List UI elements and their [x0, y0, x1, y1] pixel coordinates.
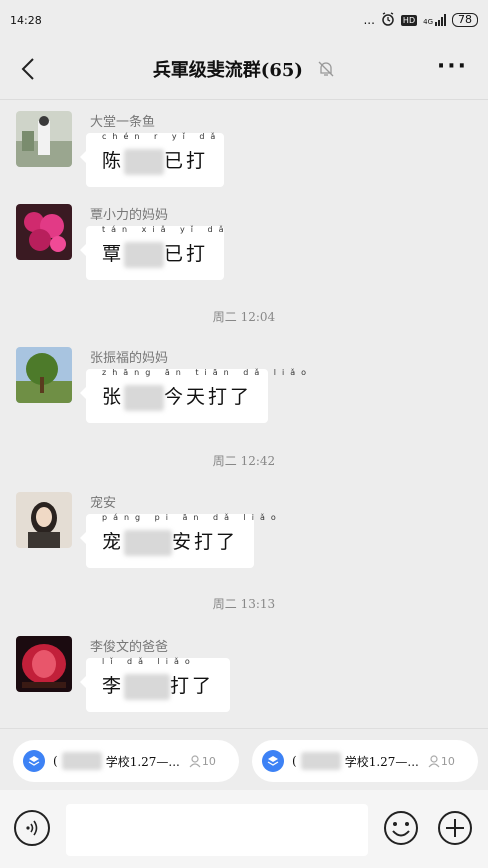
message-text-prefix: 陈 [102, 149, 125, 172]
message-text: tán xiǎ yǐ dǎ 覃已打 [102, 225, 224, 268]
message-text-suffix: 今天打了 [164, 385, 253, 408]
member-count: 10 [427, 754, 455, 768]
sender-name: 宠安 [90, 496, 117, 511]
member-count: 10 [188, 754, 216, 768]
person-icon [428, 755, 440, 768]
timestamp-separator: 周二 12:04 [212, 310, 276, 324]
person-icon [189, 755, 201, 768]
pinyin-annotation: zhāng ān tiān dǎ liǎo [102, 367, 313, 377]
avatar[interactable] [16, 111, 72, 167]
mini-program-card[interactable]: ( 学校1.27—... 10 [252, 740, 478, 782]
redacted-text [124, 148, 165, 175]
avatar[interactable] [16, 347, 72, 403]
chat-title: 兵軍级斐流群(65) [152, 60, 303, 81]
signal-icon: 4G [423, 14, 446, 26]
mini-program-icon [262, 750, 284, 772]
redacted-text [124, 384, 165, 411]
sender-name: 大堂一条鱼 [90, 115, 156, 130]
status-icons: ... HD 4G 78 [363, 11, 478, 29]
message-text-suffix: 安打了 [172, 530, 239, 553]
sender-name: 覃小力的妈妈 [90, 208, 169, 223]
chat-header: 兵軍级斐流群(65) ··· [0, 40, 488, 100]
alarm-icon [381, 11, 395, 29]
member-count-value: 10 [201, 754, 216, 768]
message-text: páng pi ān dǎ liǎo 宠安打了 [102, 513, 276, 556]
message-text-prefix: 李 [102, 674, 125, 697]
redacted-text [124, 529, 173, 556]
redacted-text [124, 241, 165, 268]
mute-icon [317, 60, 335, 83]
message-text-prefix: 覃 [102, 242, 125, 265]
message-text: lǐ dǎ liǎo 李 打了 [102, 657, 215, 700]
redacted-text [300, 752, 341, 770]
redacted-text [124, 673, 171, 700]
sender-name: 张振福的妈妈 [90, 351, 169, 366]
message-bubble[interactable]: tán xiǎ yǐ dǎ 覃已打 [79, 225, 225, 280]
message-text: zhāng ān tiān dǎ liǎo 张今天打了 [102, 368, 306, 411]
message-bubble[interactable]: páng pi ān dǎ liǎo 宠安打了 [79, 513, 276, 568]
voice-input-button[interactable] [14, 810, 50, 846]
mini-program-bar: ( 学校1.27—... 10 ( 学校1.27—... 10 [0, 728, 488, 790]
pinyin-annotation: lǐ dǎ liǎo [102, 656, 196, 666]
message-text-suffix: 已打 [164, 242, 209, 265]
avatar[interactable] [16, 204, 72, 260]
mini-program-title-prefix: ( [53, 754, 58, 768]
more-options-button[interactable]: ··· [437, 54, 468, 79]
status-bar: 14:28 ... HD 4G 78 [0, 0, 488, 40]
status-time: 14:28 [10, 13, 42, 27]
message-bubble[interactable]: chén r yǐ dǎ 陈 已打 [79, 132, 225, 187]
pinyin-annotation: tán xiǎ yǐ dǎ [102, 224, 230, 234]
input-bar [0, 790, 488, 868]
mini-program-card[interactable]: ( 学校1.27—... 10 [13, 740, 239, 782]
plus-icon [438, 811, 472, 845]
message-text-prefix: 宠 [102, 530, 125, 553]
pinyin-annotation: páng pi ān dǎ liǎo [102, 512, 282, 522]
message-text: chén r yǐ dǎ 陈已打 [102, 132, 215, 175]
message-bubble[interactable]: zhāng ān tiān dǎ liǎo 张今天打了 [79, 368, 306, 423]
more-actions-button[interactable] [437, 810, 473, 846]
timestamp-separator: 周二 12:42 [212, 454, 276, 468]
mini-program-title-prefix: ( [292, 754, 297, 768]
mini-program-title: 学校1.27—... [105, 754, 180, 769]
avatar[interactable] [16, 492, 72, 548]
message-text-prefix: 张 [102, 385, 125, 408]
pinyin-annotation: chén r yǐ dǎ [102, 131, 222, 141]
mini-program-title: 学校1.27—... [344, 754, 419, 769]
emoji-icon [384, 811, 418, 845]
avatar[interactable] [16, 636, 72, 692]
voice-icon [26, 820, 38, 836]
sender-name: 李俊文的爸爸 [90, 640, 169, 655]
message-input[interactable] [66, 804, 368, 856]
chat-title-wrap: 兵軍级斐流群(65) [0, 56, 488, 83]
hd-icon: HD [400, 14, 418, 26]
timestamp-separator: 周二 13:13 [212, 597, 276, 611]
battery-icon: 78 [452, 13, 478, 27]
message-bubble[interactable]: lǐ dǎ liǎo 李 打了 [79, 657, 231, 712]
message-text-suffix: 打了 [170, 674, 215, 697]
more-status-icon: ... [363, 13, 375, 27]
message-text-suffix: 已打 [164, 149, 209, 172]
emoji-button[interactable] [383, 810, 419, 846]
member-count-value: 10 [440, 754, 455, 768]
mini-program-icon [23, 750, 45, 772]
message-list: 大堂一条鱼 chén r yǐ dǎ 陈已打 覃小力的妈妈 tán xiǎ yǐ… [0, 101, 488, 728]
redacted-text [61, 752, 102, 770]
